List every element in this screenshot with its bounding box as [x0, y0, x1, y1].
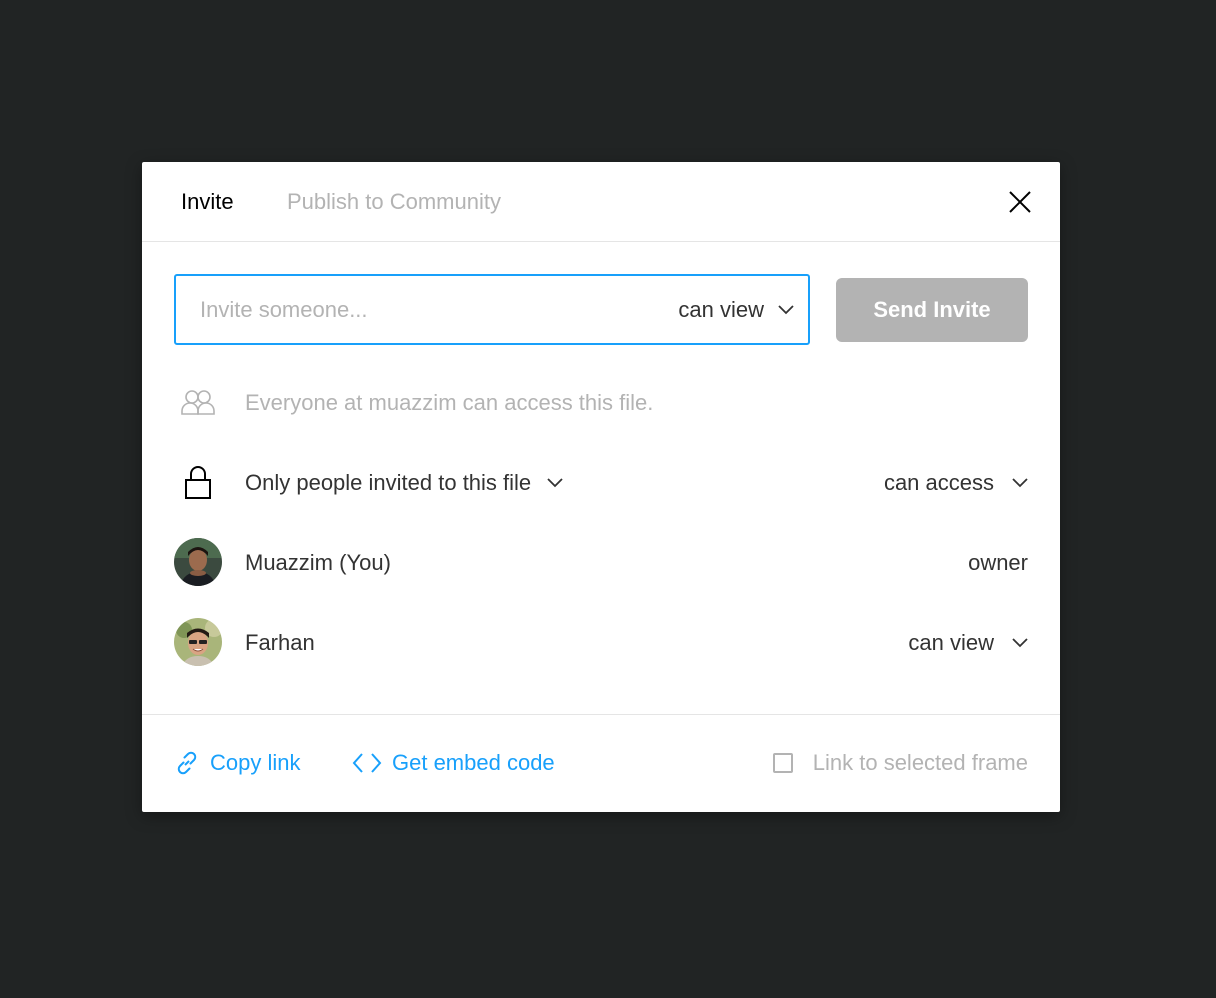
org-access-row: Everyone at muazzim can access this file… — [142, 378, 1060, 428]
org-access-text: Everyone at muazzim can access this file… — [245, 390, 654, 415]
close-button[interactable] — [1004, 186, 1036, 218]
tab-publish-to-community[interactable]: Publish to Community — [287, 189, 501, 215]
code-icon — [352, 753, 382, 773]
member-role: owner — [968, 550, 1028, 576]
get-embed-code-button[interactable]: Get embed code — [352, 750, 555, 776]
invite-permission-label: can view — [678, 297, 764, 322]
close-icon — [1009, 191, 1031, 213]
member-role-label: owner — [968, 550, 1028, 575]
avatar — [174, 538, 222, 586]
chevron-down-icon — [547, 478, 563, 488]
share-dialog: Invite Publish to Community can view Sen… — [142, 162, 1060, 812]
invite-permission-dropdown[interactable]: can view — [678, 297, 794, 323]
member-role-dropdown[interactable]: can view — [908, 630, 1028, 656]
member-row: Farhan can view — [142, 618, 1060, 668]
copy-link-label: Copy link — [210, 750, 301, 775]
people-icon — [174, 378, 222, 426]
embed-code-label: Get embed code — [392, 750, 555, 775]
invite-field: can view — [174, 274, 810, 345]
link-permission-label: can access — [883, 470, 994, 495]
invite-input[interactable] — [200, 294, 640, 326]
link-icon — [177, 751, 197, 775]
link-scope-label: Only people invited to this file — [245, 470, 532, 495]
avatar-container — [174, 538, 222, 586]
copy-link-button[interactable]: Copy link — [174, 750, 300, 776]
member-row: Muazzim (You) owner — [142, 538, 1060, 588]
link-to-frame-label: Link to selected frame — [812, 750, 1028, 775]
link-permission-dropdown[interactable]: can access — [884, 470, 1028, 496]
lock-icon — [174, 458, 222, 506]
link-access-row: Only people invited to this file can acc… — [142, 458, 1060, 508]
avatar — [174, 618, 222, 666]
chevron-down-icon — [1012, 638, 1028, 648]
tab-invite[interactable]: Invite — [181, 189, 234, 215]
link-scope-dropdown[interactable]: Only people invited to this file — [245, 470, 563, 496]
link-to-frame-option: Link to selected frame — [772, 750, 1028, 776]
chevron-down-icon — [1012, 478, 1028, 488]
dialog-footer: Copy link Get embed code Link to selecte… — [142, 714, 1060, 813]
member-name: Muazzim (You) — [245, 550, 391, 575]
avatar-container — [174, 618, 222, 666]
dialog-header: Invite Publish to Community — [142, 162, 1060, 242]
send-invite-button[interactable]: Send Invite — [836, 278, 1028, 342]
chevron-down-icon — [778, 305, 794, 315]
member-name: Farhan — [245, 630, 315, 655]
link-to-frame-checkbox[interactable] — [772, 753, 793, 773]
member-role-label: can view — [908, 630, 994, 655]
